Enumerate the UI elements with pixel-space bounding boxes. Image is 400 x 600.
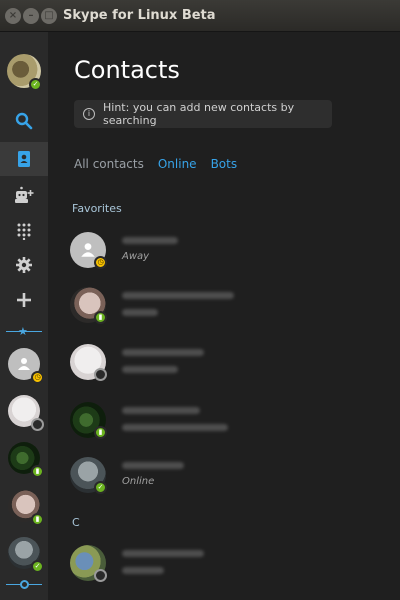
sidebar-item-dialpad[interactable] <box>0 214 48 248</box>
window-title: Skype for Linux Beta <box>63 8 216 23</box>
search-icon <box>15 112 33 130</box>
section-header-favorites: Favorites <box>72 202 122 215</box>
info-icon: i <box>83 108 95 120</box>
sidebar-scroll-handle[interactable] <box>20 580 29 589</box>
page-title: Contacts <box>74 56 180 84</box>
title-bar: × – □ Skype for Linux Beta <box>0 0 400 32</box>
redacted-contact-mood <box>122 424 228 431</box>
section-header-c: C <box>72 516 80 529</box>
contacts-filter-tabs: All contacts Online Bots <box>74 157 251 171</box>
maximize-window-button[interactable]: □ <box>41 8 57 24</box>
redacted-contact-name <box>122 462 184 469</box>
status-online-icon: ▮ <box>31 465 44 478</box>
redacted-contact-name <box>122 349 204 356</box>
status-online-icon: ▮ <box>31 513 44 526</box>
redacted-contact-name <box>122 550 204 557</box>
contact-row[interactable]: ▮ <box>70 402 390 452</box>
dialpad-icon <box>16 222 32 240</box>
status-online-icon: ▮ <box>94 311 107 324</box>
contacts-panel: Contacts i Hint: you can add new contact… <box>48 32 400 600</box>
status-online-icon: ✓ <box>94 481 107 494</box>
status-offline-icon <box>94 569 107 582</box>
redacted-contact-mood <box>122 309 158 316</box>
redacted-contact-name <box>122 237 178 244</box>
redacted-contact-name <box>122 407 200 414</box>
sidebar-item-add[interactable] <box>0 283 48 317</box>
sidebar-item-add-bot[interactable] <box>0 178 48 212</box>
status-online-icon: ▮ <box>94 426 107 439</box>
status-online-icon: ✓ <box>31 560 44 573</box>
contact-row[interactable]: ✓ Online <box>70 457 390 507</box>
redacted-contact-mood <box>122 567 164 574</box>
contact-status-text: Online <box>122 476 155 487</box>
minimize-window-button[interactable]: – <box>23 8 39 24</box>
contact-row[interactable] <box>70 545 390 595</box>
hint-text: Hint: you can add new contacts by search… <box>103 101 295 127</box>
sidebar-item-settings[interactable] <box>0 248 48 282</box>
contacts-icon <box>15 150 33 168</box>
sidebar-item-search[interactable] <box>0 104 48 138</box>
plus-icon <box>16 292 32 308</box>
tab-online[interactable]: Online <box>158 157 197 171</box>
add-bot-icon <box>14 186 34 204</box>
status-offline-icon <box>31 418 44 431</box>
sidebar-item-contacts[interactable] <box>0 142 48 176</box>
hint-banner: i Hint: you can add new contacts by sear… <box>74 100 332 128</box>
status-away-icon: ◷ <box>94 256 107 269</box>
contact-row[interactable]: ▮ <box>70 287 390 337</box>
contact-row[interactable]: ◷ Away <box>70 232 390 282</box>
redacted-contact-mood <box>122 366 178 373</box>
redacted-contact-name <box>122 292 234 299</box>
gear-icon <box>15 256 33 274</box>
close-window-button[interactable]: × <box>5 8 21 24</box>
status-away-icon: ◷ <box>31 371 44 384</box>
favorites-star-icon: ★ <box>18 325 28 338</box>
contact-row[interactable] <box>70 344 390 394</box>
my-status-online-icon: ✓ <box>29 78 42 91</box>
contact-status-text: Away <box>122 251 150 262</box>
tab-bots[interactable]: Bots <box>211 157 238 171</box>
tab-all-contacts[interactable]: All contacts <box>74 157 144 171</box>
status-offline-icon <box>94 368 107 381</box>
sidebar: ✓ ★ ◷ ▮ ▮ ✓ <box>0 32 48 600</box>
